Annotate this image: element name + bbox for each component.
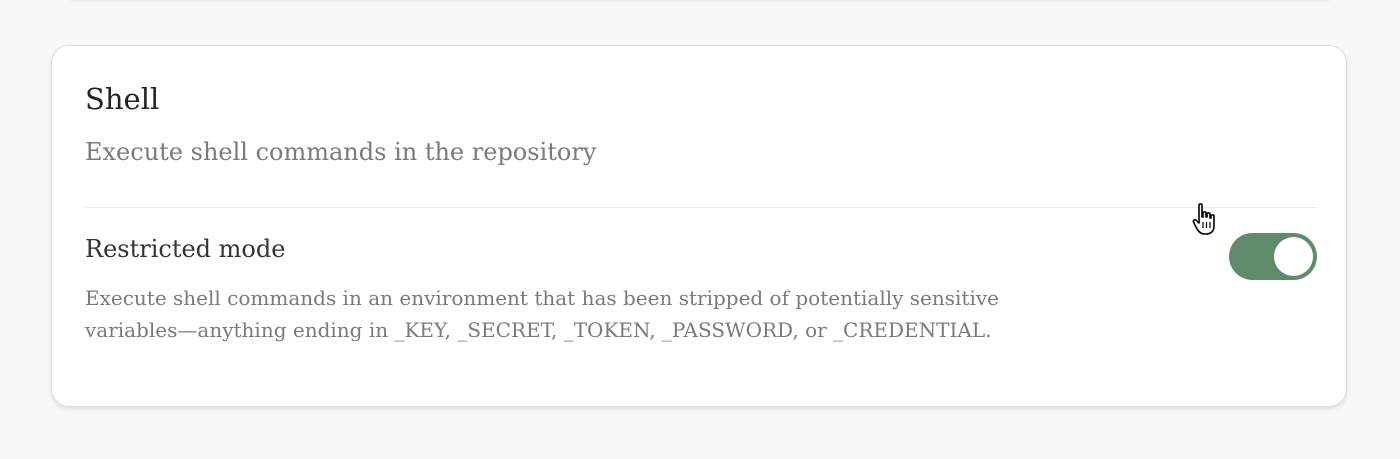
tool-title: Shell [85,82,160,116]
previous-card-edge [71,0,1329,2]
divider [85,207,1317,208]
restricted-mode-description: Execute shell commands in an environment… [85,286,999,342]
restricted-mode-toggle[interactable] [1229,233,1317,280]
tool-description: Execute shell commands in the repository [85,138,597,166]
toggle-knob [1274,237,1313,276]
shell-tool-card: Shell Execute shell commands in the repo… [51,45,1347,407]
restricted-mode-label: Restricted mode [85,235,286,263]
